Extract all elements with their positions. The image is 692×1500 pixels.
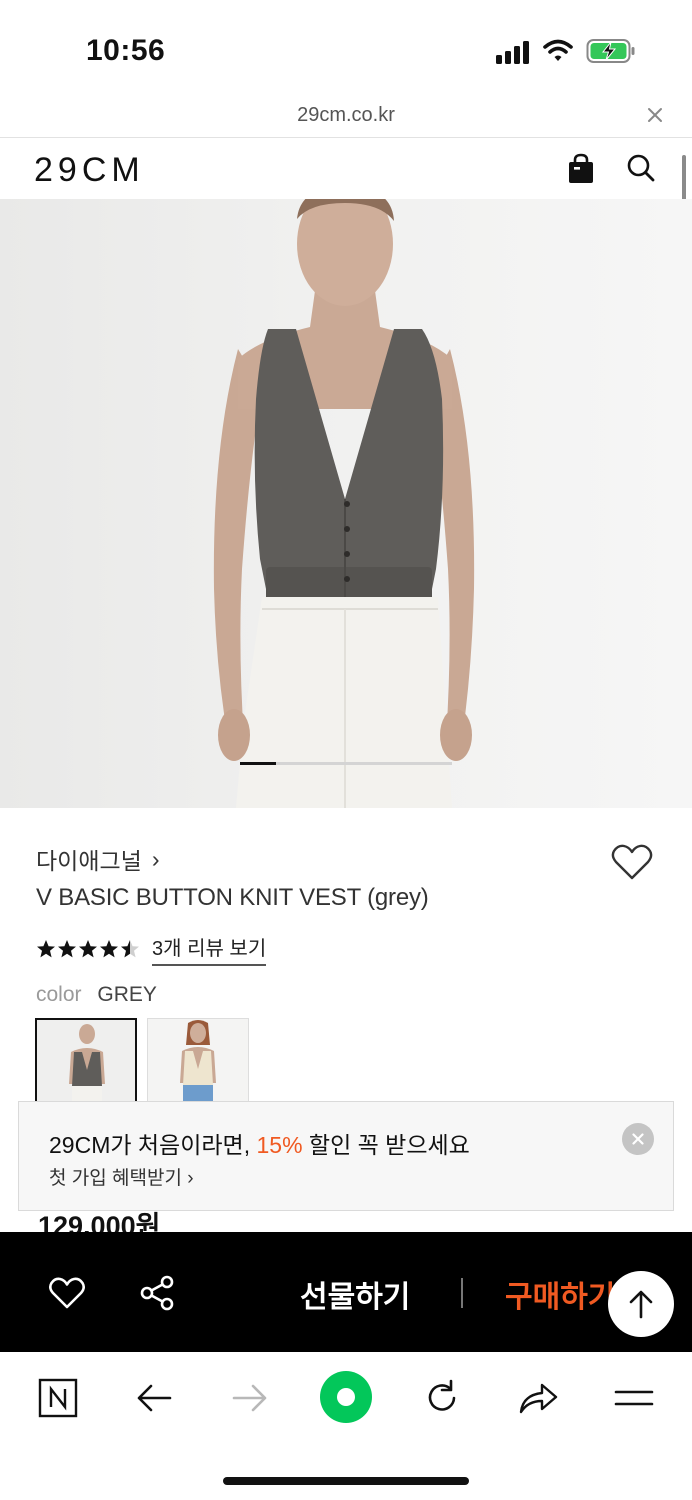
reload-icon <box>428 1379 456 1411</box>
search-icon[interactable] <box>626 153 656 183</box>
browser-url-bar[interactable]: 29cm.co.kr <box>0 100 692 138</box>
product-image[interactable] <box>0 199 692 808</box>
naver-n-icon <box>38 1378 78 1418</box>
status-time: 10:56 <box>86 34 166 67</box>
signal-icon <box>496 41 529 64</box>
action-divider <box>461 1278 463 1308</box>
scroll-to-top-button[interactable] <box>608 1271 674 1337</box>
star-half-icon <box>121 940 139 958</box>
arrow-up-icon <box>629 1290 653 1319</box>
purchase-action-bar: 선물하기 구매하기 <box>0 1232 692 1352</box>
forward-button[interactable] <box>228 1376 272 1420</box>
signup-promo-banner[interactable]: 29CM가 처음이라면, 15% 할인 꼭 받으세요 첫 가입 혜택받기 › <box>18 1101 674 1211</box>
close-icon <box>632 1133 644 1145</box>
model-photo <box>0 199 692 808</box>
star-full-icon <box>79 940 97 958</box>
naver-button[interactable] <box>36 1376 80 1420</box>
gift-button[interactable]: 선물하기 <box>300 1272 410 1316</box>
browser-toolbar <box>0 1352 692 1500</box>
status-bar: 10:56 <box>0 0 692 100</box>
color-row: color GREY <box>36 983 157 1007</box>
review-link[interactable]: 3개 리뷰 보기 <box>152 932 267 966</box>
site-header: 29CM <box>0 139 692 199</box>
star-full-icon <box>100 940 118 958</box>
share-page-button[interactable] <box>516 1376 560 1420</box>
promo-headline: 29CM가 처음이라면, 15% 할인 꼭 받으세요 <box>49 1132 470 1158</box>
wifi-icon <box>543 39 573 61</box>
battery-charging-icon <box>586 39 635 63</box>
color-swatch-ivory[interactable] <box>147 1018 249 1104</box>
site-logo[interactable]: 29CM <box>34 151 145 190</box>
carousel-active-indicator <box>240 762 276 765</box>
color-swatch-grey[interactable] <box>35 1018 137 1104</box>
share-icon[interactable] <box>138 1274 176 1312</box>
swatch-image <box>148 1019 248 1103</box>
url-text[interactable]: 29cm.co.kr <box>0 104 692 127</box>
close-icon[interactable] <box>644 104 666 126</box>
brand-name[interactable]: 다이애그널 <box>36 842 142 876</box>
chevron-right-icon: › <box>151 845 160 872</box>
green-dot-icon <box>320 1371 372 1423</box>
color-value: GREY <box>97 983 157 1006</box>
star-full-icon <box>58 940 76 958</box>
arrow-right-icon <box>232 1384 267 1412</box>
arrow-left-icon <box>137 1384 172 1412</box>
wishlist-heart-icon[interactable] <box>610 842 654 882</box>
buy-button[interactable]: 구매하기 <box>505 1272 615 1316</box>
brand-link[interactable]: 다이애그널 › <box>36 842 159 876</box>
star-rating <box>36 939 140 959</box>
share-arrow-icon <box>519 1383 558 1414</box>
rating-row: 3개 리뷰 보기 <box>36 932 267 966</box>
promo-discount: 15% <box>256 1132 303 1158</box>
heart-icon[interactable] <box>48 1276 86 1310</box>
home-indicator <box>223 1477 469 1485</box>
color-label: color <box>36 983 82 1006</box>
green-home-button[interactable] <box>320 1371 372 1423</box>
signup-benefit-link[interactable]: 첫 가입 혜택받기 › <box>49 1163 194 1190</box>
product-title: V BASIC BUTTON KNIT VEST (grey) <box>36 884 429 911</box>
menu-button[interactable] <box>612 1376 656 1420</box>
reload-button[interactable] <box>420 1376 464 1420</box>
back-button[interactable] <box>132 1376 176 1420</box>
shopping-bag-icon[interactable] <box>566 153 596 185</box>
hamburger-icon <box>614 1390 654 1406</box>
swatch-image <box>37 1020 135 1102</box>
promo-close-button[interactable] <box>622 1123 654 1155</box>
star-full-icon <box>37 940 55 958</box>
